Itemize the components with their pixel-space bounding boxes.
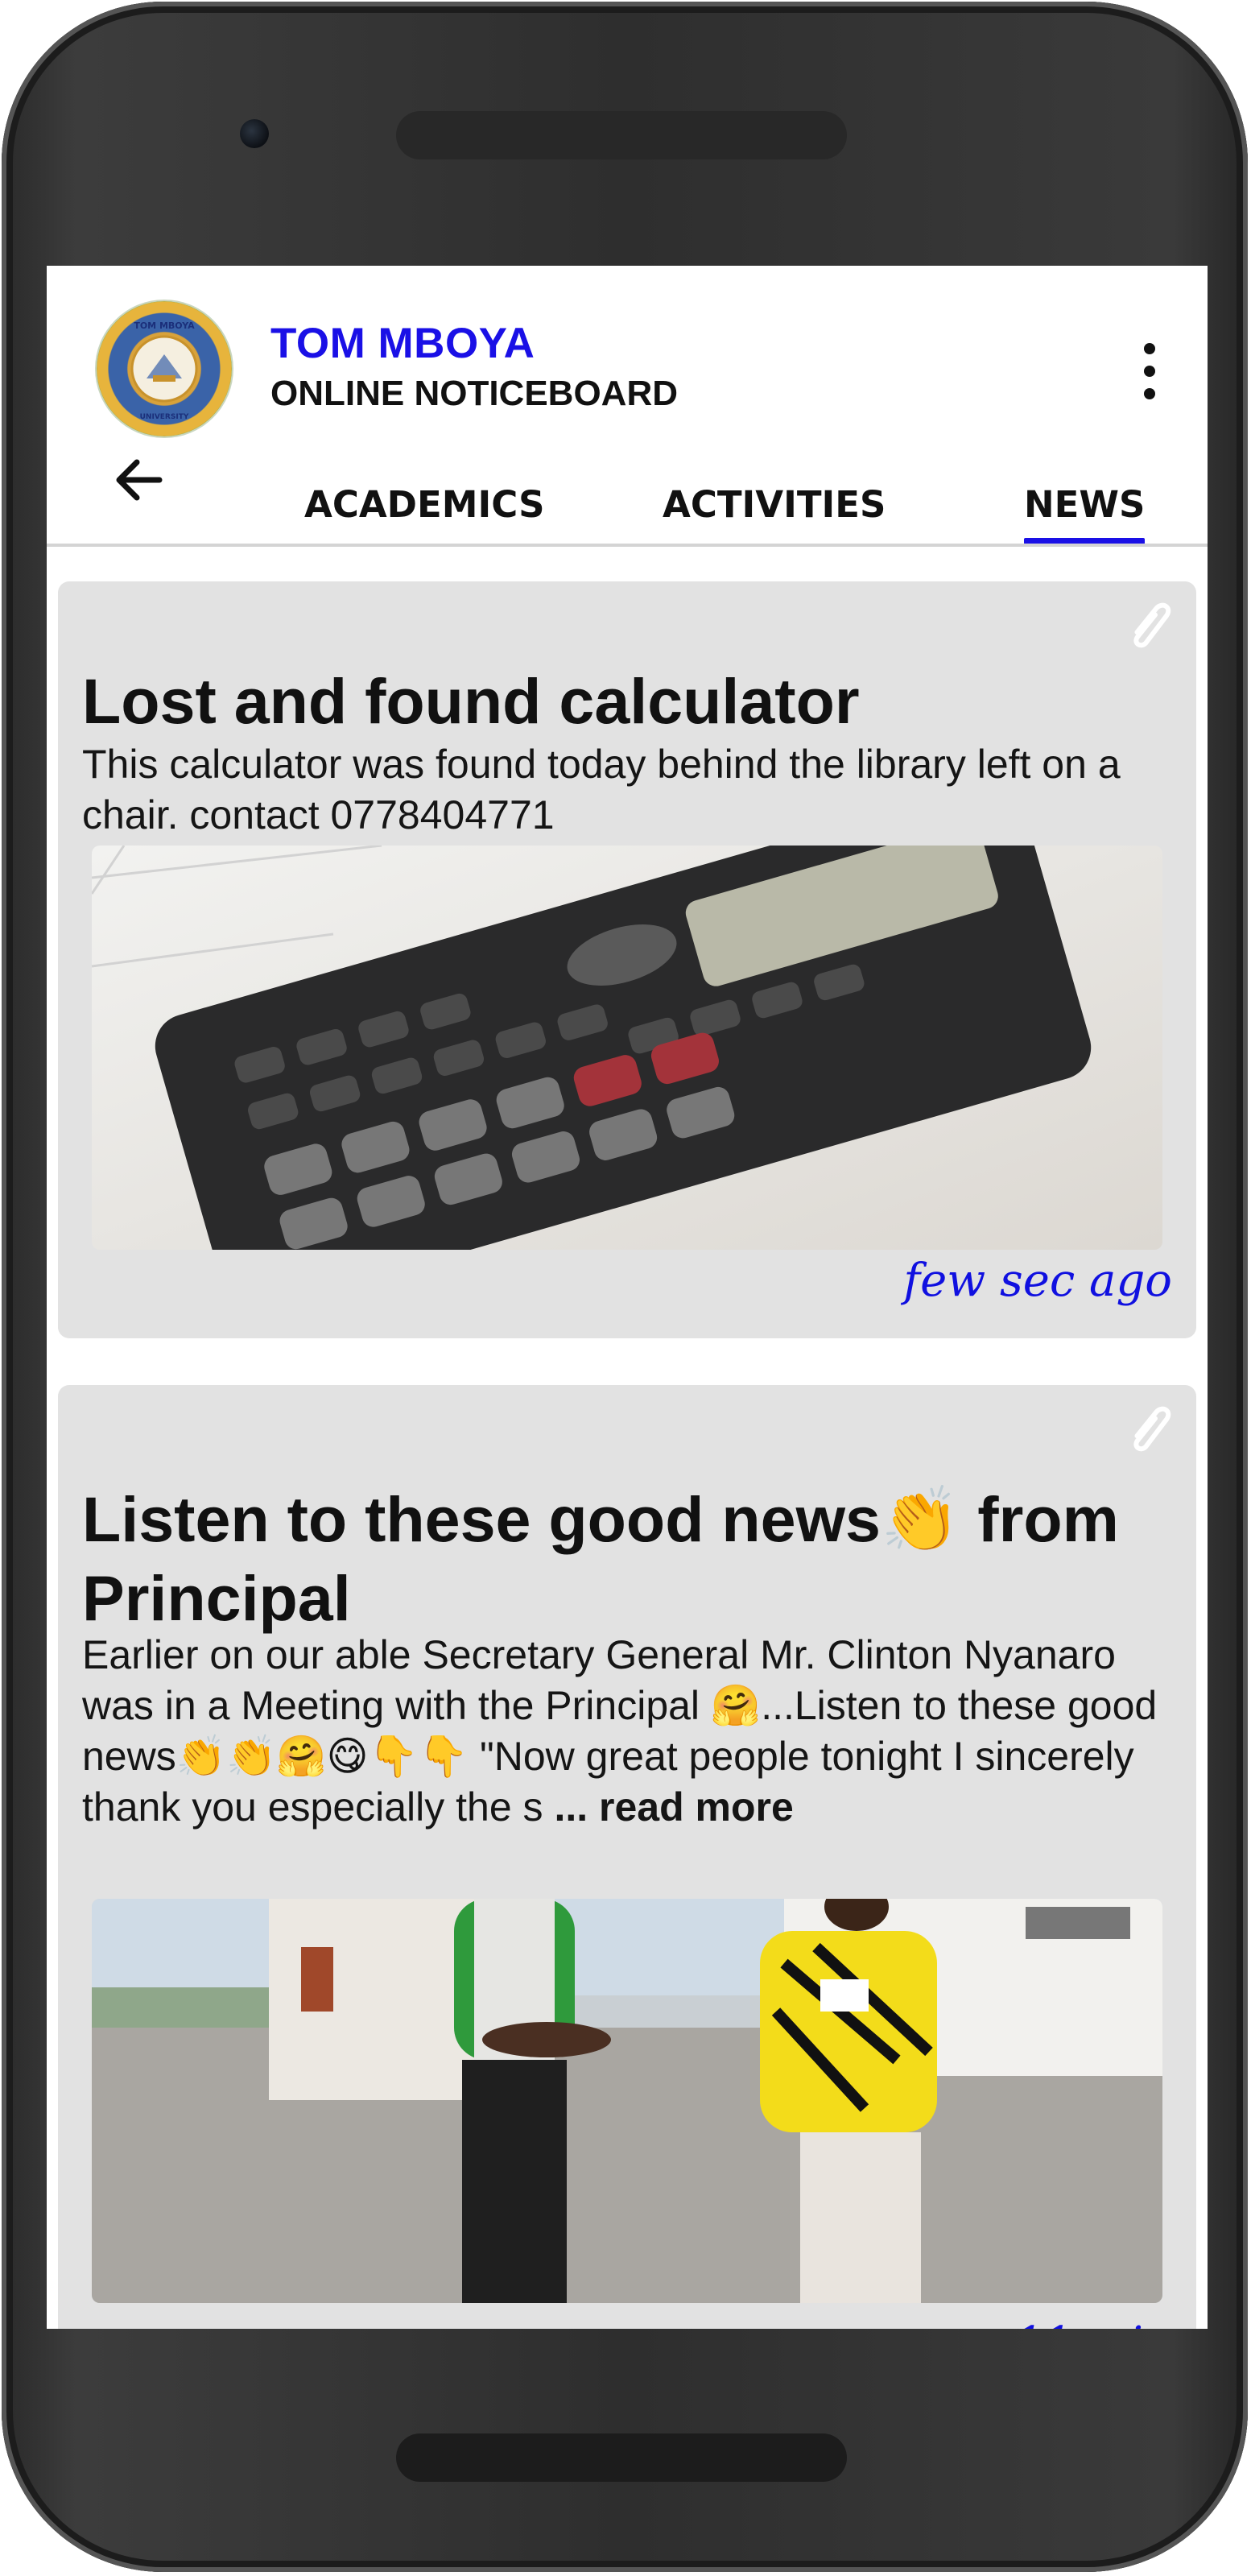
paperclip-icon[interactable] [1122,596,1179,657]
tab-activities[interactable]: ACTIVITIES [663,483,886,526]
students-photo[interactable] [92,1899,1162,2303]
svg-text:TOM MBOYA: TOM MBOYA [134,320,195,331]
post-title: Lost and found calculator [82,665,860,737]
tab-academics[interactable]: ACADEMICS [304,483,545,526]
phone-frame: TOM MBOYA UNIVERSITY TOM MBOYA ONLINE NO… [2,2,1248,2572]
post-timestamp: few sec ago [903,1255,1172,1307]
post-timestamp: 11 min [1014,2318,1172,2329]
post-body: Earlier on our able Secretary General Mr… [82,1632,1158,1830]
app-title: TOM MBOYA [270,320,535,367]
news-card[interactable]: Lost and found calculator This calculato… [58,581,1196,1338]
paperclip-icon[interactable] [1122,1400,1179,1461]
post-title: Listen to these good news👏 from Principa… [82,1483,1119,1634]
read-more-link[interactable]: ... read more [554,1784,793,1830]
app-screen: TOM MBOYA UNIVERSITY TOM MBOYA ONLINE NO… [47,266,1208,2329]
app-header: TOM MBOYA UNIVERSITY TOM MBOYA ONLINE NO… [47,266,1208,544]
more-vert-icon[interactable] [1133,343,1166,401]
front-camera [240,119,269,148]
university-seal-logo: TOM MBOYA UNIVERSITY [97,301,232,436]
news-card[interactable]: Listen to these good news👏 from Principa… [58,1385,1196,2329]
header-divider [47,544,1208,547]
earpiece-speaker [396,111,847,159]
post-body: This calculator was found today behind t… [82,742,1121,837]
app-subtitle: ONLINE NOTICEBOARD [270,374,678,413]
tab-news[interactable]: NEWS [1024,483,1145,526]
arrow-back-icon[interactable] [111,456,167,504]
svg-text:UNIVERSITY: UNIVERSITY [140,413,189,421]
bottom-speaker [396,2433,847,2482]
calculator-photo[interactable] [92,846,1162,1250]
